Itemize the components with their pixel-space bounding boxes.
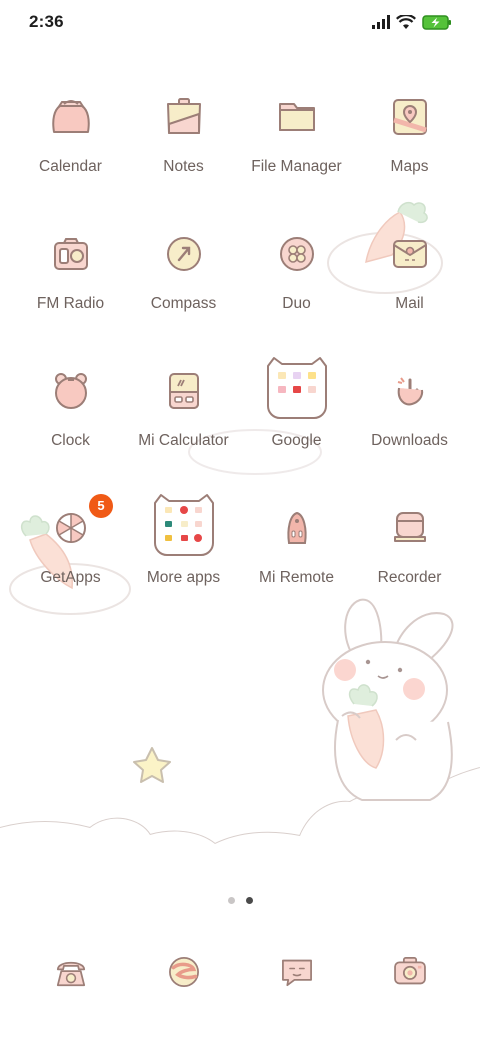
battery-charging-icon [422,14,451,30]
notification-badge: 5 [89,494,113,518]
app-label: FM Radio [36,295,105,312]
radio-icon [53,238,88,270]
app-row: Calendar Notes File Manager Maps [14,92,466,229]
app-label: Mi Calculator [138,432,229,449]
app-grid: Calendar Notes File Manager Maps FM Radi… [14,92,466,640]
recorder-icon [393,512,426,542]
browser-icon [168,957,199,987]
app-fm-radio[interactable]: FM Radio [14,229,127,366]
status-icons [372,12,452,32]
app-label: Mi Remote [259,569,334,586]
app-label: Clock [51,432,90,449]
app-google[interactable]: Google [240,357,353,503]
app-recorder[interactable]: Recorder [353,503,466,640]
app-row: FM Radio Compass Duo Mail [14,229,466,366]
status-time: 2:36 [29,12,64,31]
getapps-icon [55,513,86,543]
compass-icon [166,237,201,271]
app-clock[interactable]: Clock [14,366,127,503]
duo-icon [279,237,314,271]
app-label: Downloads [371,432,448,449]
messages-icon [281,959,312,987]
folder-icon [278,103,315,131]
app-calendar[interactable]: Calendar [14,92,127,229]
app-downloads[interactable]: Downloads [353,366,466,503]
app-file-manager[interactable]: File Manager [240,92,353,229]
dock-messages[interactable] [240,950,353,1000]
signal-icon [372,15,390,29]
app-duo[interactable]: Duo [240,229,353,366]
app-maps[interactable]: Maps [353,92,466,229]
remote-icon [286,511,307,544]
app-row: Clock Mi Calculator Google Downloads [14,357,466,503]
app-row: 5 GetApps More apps Mi Remote Recorder [14,494,466,640]
app-notes[interactable]: Notes [127,92,240,229]
app-mi-calculator[interactable]: Mi Calculator [127,366,240,503]
app-label: File Manager [251,158,342,175]
download-icon [397,377,423,406]
app-getapps[interactable]: 5 GetApps [14,494,127,640]
app-label: Mail [395,295,424,312]
page-dot[interactable] [227,897,235,904]
app-mail[interactable]: Mail [353,229,466,366]
app-label: GetApps [40,569,101,586]
app-label: Notes [163,158,204,175]
app-label: Google [271,432,322,449]
map-pin-icon [392,99,427,135]
phone-icon [56,961,85,987]
notes-icon [166,98,201,134]
google-folder-icon [266,357,327,419]
clock-icon [54,373,87,409]
page-indicator[interactable] [0,897,480,907]
dock [14,950,466,1000]
app-label: Maps [390,158,429,175]
app-label: Calendar [39,158,102,175]
mail-icon [392,240,427,268]
calendar-icon [51,100,90,133]
app-mi-remote[interactable]: Mi Remote [240,503,353,640]
app-more-apps[interactable]: More apps [127,494,240,640]
app-label: Recorder [377,569,442,586]
page-dot-active[interactable] [245,897,253,904]
more-apps-folder-icon [153,494,214,556]
camera-icon [393,957,426,985]
app-label: Duo [282,295,311,312]
dock-camera[interactable] [353,950,466,1000]
status-bar: 2:36 [0,0,480,44]
app-label: More apps [146,569,221,586]
app-compass[interactable]: Compass [127,229,240,366]
app-label: Compass [150,295,217,312]
dock-phone[interactable] [14,950,127,1000]
dock-browser[interactable] [127,950,240,1000]
wifi-icon [396,14,416,29]
calculator-icon [168,373,199,409]
